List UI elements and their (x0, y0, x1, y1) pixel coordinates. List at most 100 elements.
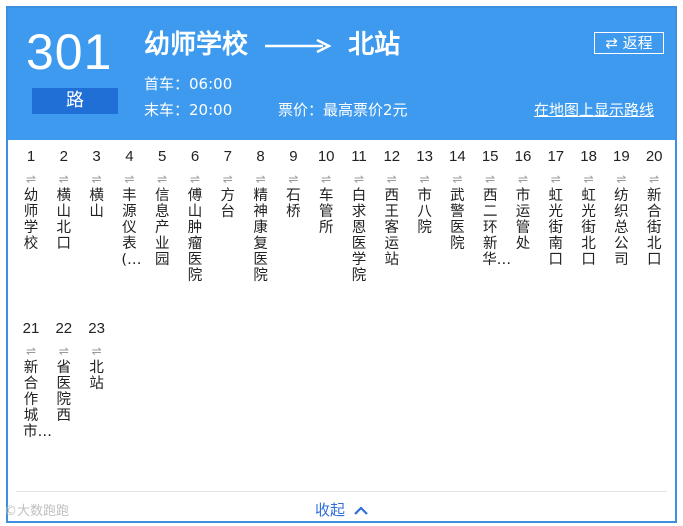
stop-item[interactable]: 10 ⇌ 车管所 (313, 148, 339, 236)
stop-item[interactable]: 23 ⇌ 北站 (84, 320, 110, 392)
stop-item[interactable]: 19 ⇌ 纺织总公司 (608, 148, 634, 268)
stop-name: 横山北口 (56, 188, 72, 252)
stop-item[interactable]: 7 ⇌ 方台 (215, 148, 241, 220)
stop-item[interactable]: 20 ⇌ 新合街北口 (641, 148, 667, 268)
route-suffix-badge: 路 (32, 88, 118, 114)
stop-item[interactable]: 21 ⇌ 新合作城市… (18, 320, 52, 440)
route-number: 301 (26, 24, 113, 80)
return-trip-button[interactable]: ⇄ 返程 (594, 32, 664, 54)
collapse-label: 收起 (315, 501, 346, 519)
route-title: 幼师学校 北站 (144, 28, 400, 62)
show-route-on-map-link[interactable]: 在地图上显示路线 (534, 100, 654, 120)
direction-arrows-icon: ⇌ (124, 172, 135, 186)
watermark: ©大数跑跑 (4, 504, 70, 519)
collapse-button[interactable]: 收起 (315, 500, 368, 520)
stop-number: 3 (92, 148, 101, 165)
stop-name: 武警医院 (450, 188, 465, 252)
stop-number: 6 (190, 148, 200, 165)
direction-arrows-icon: ⇌ (649, 172, 660, 186)
stop-item[interactable]: 3 ⇌ 横山 (84, 148, 110, 220)
direction-arrows-icon: ⇌ (485, 172, 496, 186)
stop-number: 7 (223, 148, 232, 165)
stop-item[interactable]: 13 ⇌ 市八院 (412, 148, 438, 236)
stop-name: 虹光街南口 (548, 188, 564, 268)
direction-arrows-icon: ⇌ (58, 344, 69, 358)
stop-item[interactable]: 22 ⇌ 省医院西 (51, 320, 77, 424)
stop-name: 丰源仪表(… (121, 188, 142, 268)
destination-stop: 北站 (348, 30, 401, 60)
fare-info: 票价：最高票价2元 (278, 100, 408, 120)
stop-number: 15 (481, 148, 499, 165)
stop-name: 车管所 (318, 188, 334, 236)
direction-arrows-icon: ⇌ (517, 172, 529, 186)
stop-item[interactable]: 18 ⇌ 虹光街北口 (576, 148, 602, 268)
direction-arrows-icon: ⇌ (353, 172, 365, 186)
stop-item[interactable]: 9 ⇌ 石桥 (280, 148, 306, 220)
direction-arrows-icon: ⇌ (452, 172, 463, 186)
direction-arrows-icon: ⇌ (550, 172, 561, 186)
stop-number: 23 (88, 320, 105, 337)
last-bus-time: 20:00 (189, 101, 233, 119)
route-header: 301 路 幼师学校 北站 首车：06:00 末车：20:00 票价：最高票价2… (8, 8, 675, 140)
last-bus-label: 末车： (144, 101, 190, 119)
direction-arrows-icon: ⇌ (255, 172, 266, 186)
stop-name: 精神康复医院 (253, 188, 268, 284)
direction-arrows-icon: ⇌ (222, 172, 233, 186)
stop-name: 北站 (89, 360, 104, 392)
stop-name: 省医院西 (56, 360, 72, 424)
direction-arrows-icon: ⇌ (288, 172, 299, 186)
stop-item[interactable]: 15 ⇌ 西二环新华… (477, 148, 512, 268)
stop-number: 16 (514, 148, 532, 165)
stop-number: 1 (26, 148, 36, 165)
stop-item[interactable]: 1 ⇌ 幼师学校 (18, 148, 44, 252)
bus-route-card: 301 路 幼师学校 北站 首车：06:00 末车：20:00 票价：最高票价2… (6, 6, 677, 523)
direction-arrows-icon: ⇌ (616, 172, 627, 186)
direction-arrows-icon: ⇌ (419, 172, 430, 186)
stop-number: 8 (256, 148, 265, 165)
direction-arrows-icon: ⇌ (583, 172, 594, 186)
stop-item[interactable]: 5 ⇌ 信息产业园 (149, 148, 175, 268)
fare-label: 票价： (278, 101, 324, 119)
fare-value: 最高票价2元 (323, 101, 408, 119)
stop-number: 20 (645, 148, 663, 165)
stop-name: 新合作城市… (23, 360, 52, 440)
stop-item[interactable]: 11 ⇌ 白求恩医学院 (346, 148, 372, 284)
stop-name: 市八院 (417, 188, 432, 236)
stop-item[interactable]: 16 ⇌ 市运管处 (510, 148, 536, 252)
stop-item[interactable]: 17 ⇌ 虹光街南口 (543, 148, 569, 268)
direction-arrows-icon: ⇌ (25, 344, 37, 358)
stop-number: 17 (547, 148, 565, 165)
direction-arrows-icon: ⇌ (58, 172, 69, 186)
stop-item[interactable]: 4 ⇌ 丰源仪表(… (116, 148, 142, 268)
first-bus-label: 首车： (144, 75, 190, 93)
direction-arrows-icon: ⇌ (321, 172, 332, 186)
stop-name: 西王客运站 (384, 188, 400, 268)
stop-number: 14 (449, 148, 466, 165)
origin-stop: 幼师学校 (144, 30, 249, 60)
stop-item[interactable]: 8 ⇌ 精神康复医院 (248, 148, 274, 284)
direction-arrows-icon: ⇌ (91, 172, 102, 186)
stop-name: 傅山肿瘤医院 (187, 188, 203, 284)
stop-name: 横山 (89, 188, 104, 220)
direction-arrows-icon: ⇌ (25, 172, 37, 186)
stop-item[interactable]: 6 ⇌ 傅山肿瘤医院 (182, 148, 208, 284)
swap-icon: ⇄ (605, 34, 618, 52)
stop-name: 西二环新华… (482, 188, 512, 268)
stop-item[interactable]: 2 ⇌ 横山北口 (51, 148, 77, 252)
stop-number: 19 (613, 148, 630, 165)
last-bus-info: 末车：20:00 (144, 100, 232, 120)
return-trip-label: 返程 (622, 34, 653, 52)
stop-name: 信息产业园 (154, 188, 170, 268)
stop-name: 方台 (220, 188, 236, 220)
footer-divider (16, 491, 667, 492)
stop-name: 新合街北口 (646, 188, 662, 268)
stop-number: 21 (22, 320, 40, 337)
first-bus-info: 首车：06:00 (144, 74, 232, 94)
stop-item[interactable]: 14 ⇌ 武警医院 (444, 148, 470, 252)
stop-number: 5 (158, 148, 167, 165)
direction-arrows-icon: ⇌ (386, 172, 397, 186)
direction-arrows-icon: ⇌ (189, 172, 201, 186)
direction-arrows-icon: ⇌ (157, 172, 168, 186)
stop-item[interactable]: 12 ⇌ 西王客运站 (379, 148, 405, 268)
stop-number: 11 (351, 148, 367, 165)
